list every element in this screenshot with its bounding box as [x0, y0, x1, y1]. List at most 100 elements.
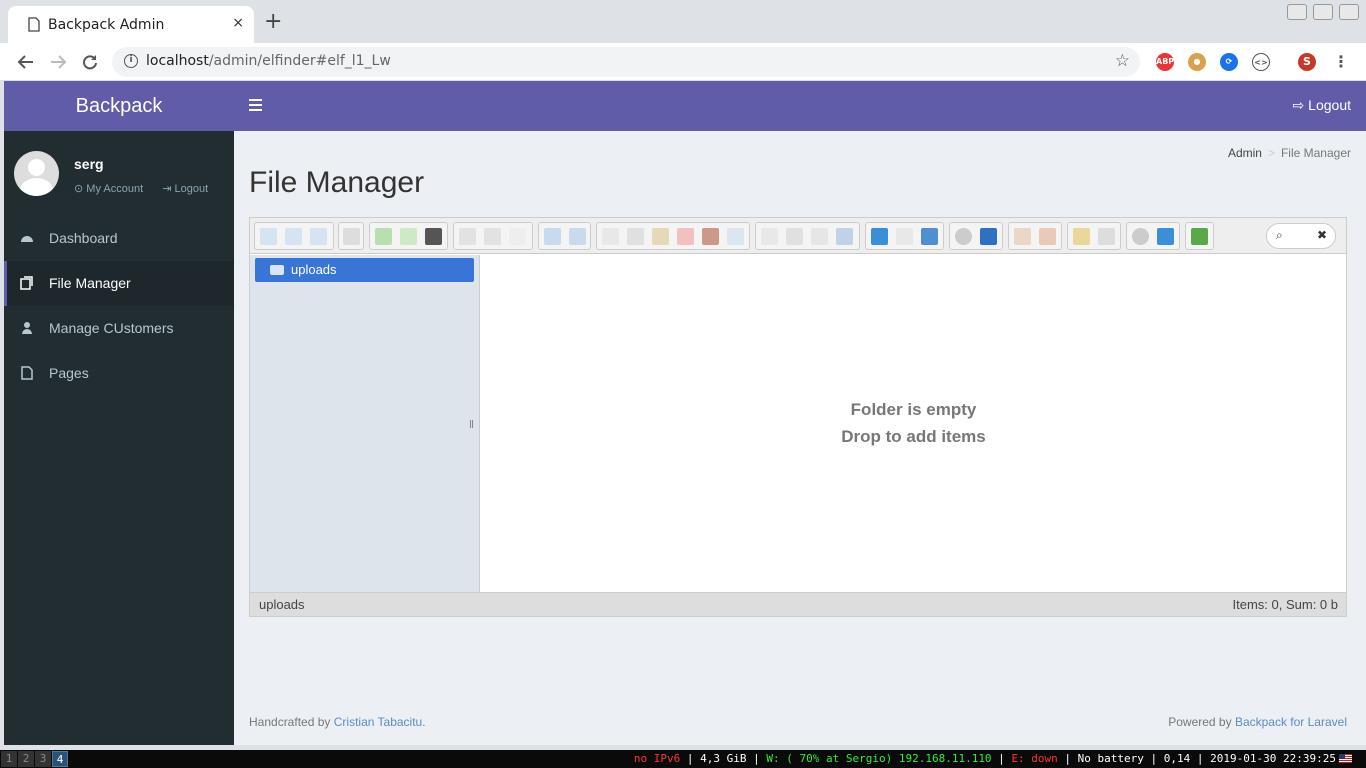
list-group — [1067, 222, 1121, 250]
url-text[interactable]: localhost/admin/elfinder#elf_l1_Lw — [146, 53, 391, 69]
sync-icon[interactable]: ⟳ — [1220, 53, 1238, 71]
undo-group — [538, 222, 591, 250]
search-icon: ⌕ — [1276, 228, 1283, 242]
elfinder-search-input[interactable]: ⌕ ✖ — [1266, 223, 1336, 249]
elfinder-statusbar: uploads Items: 0, Sum: 0 b — [250, 592, 1346, 616]
reload-icon[interactable] — [81, 53, 99, 71]
forward-icon[interactable] — [285, 228, 302, 245]
resize-icon[interactable] — [836, 228, 853, 245]
nav-group — [254, 222, 334, 250]
edit-group — [596, 222, 750, 250]
list-view-icon[interactable] — [1073, 228, 1090, 245]
minimize-button[interactable] — [1287, 4, 1307, 20]
edit-file-icon[interactable] — [811, 228, 828, 245]
tab-backpack-admin[interactable]: Backpack Admin × — [8, 6, 254, 43]
undo-icon[interactable] — [544, 228, 561, 245]
sidebar-item-dashboard[interactable]: Dashboard — [4, 216, 234, 261]
brand-logo[interactable]: Backpack — [4, 81, 234, 131]
system-statusbar: 1 2 3 4 no IPv6 | 4,3 GiB | W: ( 70% at … — [0, 750, 1366, 768]
back-icon[interactable] — [260, 228, 277, 245]
open-icon[interactable] — [459, 228, 476, 245]
window-close-button[interactable] — [1339, 4, 1359, 20]
page-icon — [28, 17, 40, 32]
elfinder-workspace[interactable]: Folder is empty Drop to add items — [481, 255, 1346, 592]
workspace-4[interactable]: 4 — [52, 751, 68, 767]
logout-button[interactable]: ⇨ Logout — [1293, 97, 1351, 114]
status-summary: Items: 0, Sum: 0 b — [1232, 597, 1339, 612]
upload-icon[interactable] — [425, 228, 442, 245]
new-tab-button[interactable]: + — [264, 11, 282, 33]
select-icon[interactable] — [509, 228, 526, 245]
new-folder-icon[interactable] — [375, 228, 392, 245]
footer: Handcrafted by Cristian Tabacitu. Powere… — [249, 715, 1347, 729]
settings-gear-icon[interactable] — [1132, 228, 1149, 245]
status-path[interactable]: uploads — [259, 593, 305, 617]
empty-folder-icon[interactable] — [702, 228, 719, 245]
icons-view-icon[interactable] — [871, 228, 888, 245]
adblock-icon[interactable]: ABP — [1156, 53, 1174, 71]
address-bar[interactable]: i localhost/admin/elfinder#elf_l1_Lw ☆ — [112, 47, 1140, 77]
file-icon — [21, 366, 33, 380]
fullscreen-icon[interactable] — [1191, 228, 1208, 245]
menu-dots-icon[interactable]: ⋮ — [1332, 53, 1350, 71]
files-icon — [20, 276, 33, 290]
delete-icon[interactable] — [677, 228, 694, 245]
preview-eye-icon[interactable] — [955, 228, 972, 245]
clear-search-icon[interactable]: ✖ — [1317, 228, 1327, 242]
workspace-2[interactable]: 2 — [18, 751, 34, 767]
tab-title: Backpack Admin — [48, 17, 165, 33]
elfinder: ⌕ ✖ uploads Folder is empty Drop to add … — [249, 217, 1347, 617]
maximize-button[interactable] — [1313, 4, 1333, 20]
download-icon[interactable] — [484, 228, 501, 245]
small-icons-view-icon[interactable] — [896, 228, 913, 245]
us-flag-icon[interactable] — [1339, 754, 1352, 763]
tree-item-uploads[interactable]: uploads — [255, 258, 474, 282]
new-file-icon[interactable] — [400, 228, 417, 245]
back-arrow-icon[interactable] — [17, 53, 35, 71]
avatar — [14, 151, 59, 196]
extract-icon[interactable] — [921, 228, 938, 245]
unarchive-icon[interactable] — [1039, 228, 1056, 245]
drive-icon — [270, 265, 284, 275]
system-status: no IPv6 | 4,3 GiB | W: ( 70% at Sergio) … — [633, 752, 1336, 765]
help-icon[interactable] — [1157, 228, 1174, 245]
hamburger-menu-icon[interactable] — [249, 99, 262, 111]
reload-folder-icon[interactable] — [343, 228, 360, 245]
sidebar-item-manage-customers[interactable]: Manage CUstomers — [4, 306, 234, 351]
rename-icon[interactable] — [761, 228, 778, 245]
info-icon[interactable]: i — [124, 54, 138, 68]
browser-toolbar: i localhost/admin/elfinder#elf_l1_Lw ☆ A… — [0, 43, 1366, 81]
create-group — [369, 222, 448, 250]
profile-avatar[interactable]: S — [1298, 53, 1316, 71]
cut-icon[interactable] — [627, 228, 644, 245]
breadcrumb: Admin > File Manager — [1227, 146, 1351, 160]
sidebar-item-pages[interactable]: Pages — [4, 351, 234, 396]
user-name: serg — [74, 156, 104, 172]
up-icon[interactable] — [310, 228, 327, 245]
archive-group — [1008, 222, 1062, 250]
sidebar-logout-link[interactable]: ⇥ Logout — [162, 183, 216, 195]
author-link[interactable]: Cristian Tabacitu — [334, 715, 423, 729]
page: Backpack serg ⊙ My Account ⇥ Logout Dash… — [4, 81, 1366, 745]
my-account-link[interactable]: ⊙ My Account — [74, 183, 151, 195]
elfinder-toolbar: ⌕ ✖ — [250, 218, 1346, 254]
workspace-3[interactable]: 3 — [35, 751, 51, 767]
breadcrumb-admin[interactable]: Admin — [1228, 146, 1262, 160]
redo-icon[interactable] — [569, 228, 586, 245]
tree-resize-handle[interactable] — [470, 420, 473, 428]
archive-icon[interactable] — [1014, 228, 1031, 245]
info-file-icon[interactable] — [980, 228, 997, 245]
code-icon[interactable]: <> — [1252, 53, 1270, 71]
sort-icon[interactable] — [1098, 228, 1115, 245]
sidebar-item-file-manager[interactable]: File Manager — [4, 261, 234, 306]
backpack-link[interactable]: Backpack for Laravel — [1235, 715, 1347, 729]
bookmark-star-icon[interactable]: ☆ — [1115, 51, 1130, 71]
paste-icon[interactable] — [652, 228, 669, 245]
workspace-1[interactable]: 1 — [1, 751, 17, 767]
cookie-icon[interactable]: ● — [1188, 53, 1206, 71]
tab-close-icon[interactable]: × — [232, 15, 244, 31]
forward-arrow-icon[interactable] — [49, 53, 67, 71]
copy-icon[interactable] — [602, 228, 619, 245]
duplicate-icon[interactable] — [727, 228, 744, 245]
select-all-icon[interactable] — [786, 228, 803, 245]
